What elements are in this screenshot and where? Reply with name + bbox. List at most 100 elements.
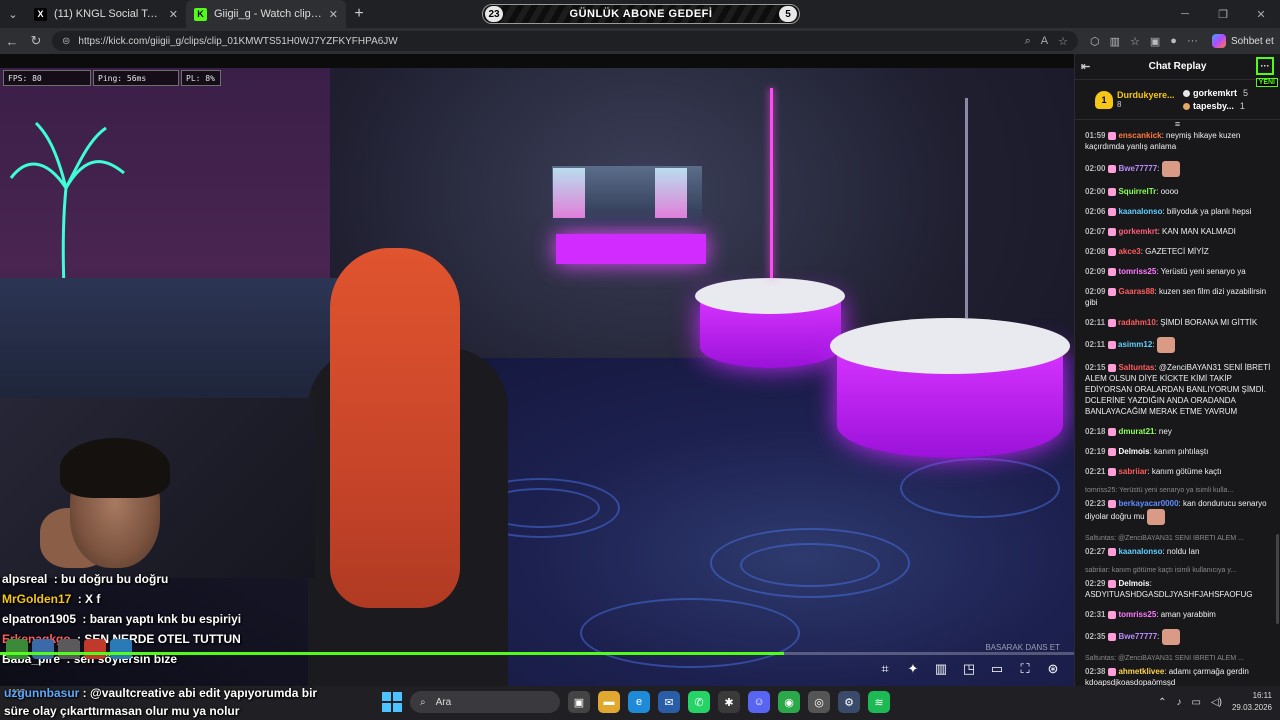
chat-message: 02:23 berkayacar0000: kan dondurucu senar…: [1085, 498, 1273, 525]
close-tab-icon[interactable]: ✕: [329, 8, 338, 21]
tab-kick[interactable]: K Giigii_g - Watch clips on Kick ✕: [186, 0, 346, 28]
chat-username[interactable]: kaanalonso: [1118, 547, 1162, 556]
chat-timestamp: 02:06: [1085, 207, 1106, 216]
more-options-icon[interactable]: ···: [1187, 35, 1198, 47]
leaderboard-name: tapesby...: [1193, 101, 1234, 111]
chat-timestamp: 02:09: [1085, 287, 1106, 296]
chat-username[interactable]: radahm10: [1118, 318, 1156, 327]
leaderboard-row[interactable]: tapesby... 1: [1183, 101, 1248, 111]
windows-start-icon[interactable]: [382, 692, 402, 712]
refresh-icon[interactable]: ↻: [24, 33, 48, 49]
edge-icon[interactable]: e: [628, 691, 650, 713]
chat-username[interactable]: dmurat21: [1118, 427, 1154, 436]
chat-reply-reference[interactable]: tomriss25: Yerüstü yeni senaryo ya isiml…: [1085, 486, 1273, 496]
chat-reply-reference[interactable]: sabriiar: kanım götüme kaçtı isimli kull…: [1085, 566, 1273, 576]
collapse-chat-icon[interactable]: ⇤: [1081, 60, 1090, 73]
favorite-star-icon[interactable]: ☆: [1058, 35, 1068, 48]
taskbar-clock[interactable]: 16:11 29.03.2026: [1232, 690, 1272, 714]
mail-icon[interactable]: ✉: [658, 691, 680, 713]
chat-username[interactable]: Bwe77777: [1118, 164, 1157, 173]
chat-username[interactable]: Delmois: [1118, 447, 1149, 456]
volume-icon[interactable]: ◁): [1211, 697, 1222, 708]
read-aloud-icon[interactable]: A: [1041, 35, 1048, 48]
seek-bar[interactable]: [0, 652, 1074, 655]
chat-message: 02:21 sabriiar: kanım götüme kaçtı: [1085, 466, 1273, 477]
game-stats-panel: FPS: 80 Ping: 56ms PL: 8%: [3, 70, 221, 86]
close-tab-icon[interactable]: ✕: [169, 8, 178, 21]
app-icon[interactable]: ◉: [778, 691, 800, 713]
picture-in-picture-icon[interactable]: ◳: [962, 661, 976, 677]
app-icon[interactable]: ✱: [718, 691, 740, 713]
chat-timestamp: 02:23: [1085, 499, 1106, 508]
leaderboard-others: gorkemkrt 5 tapesby... 1: [1183, 88, 1248, 111]
subscriber-badge-icon: [1108, 579, 1117, 588]
chat-username[interactable]: berkayacar0000: [1118, 499, 1178, 508]
chat-text: : kanım götüme kaçtı: [1147, 467, 1222, 476]
chat-more-options-icon[interactable]: ···: [1256, 57, 1274, 75]
site-info-icon[interactable]: ⊜: [62, 36, 70, 47]
fullscreen-icon[interactable]: ⛶: [1018, 661, 1032, 677]
chat-username[interactable]: akce3: [1118, 247, 1140, 256]
copilot-label: Sohbet et: [1230, 35, 1274, 47]
collections-icon[interactable]: ▣: [1150, 35, 1160, 48]
chat-timestamp: 02:31: [1085, 610, 1106, 619]
network-icon[interactable]: ▭: [1191, 697, 1200, 708]
chat-username[interactable]: enscankick: [1118, 131, 1161, 140]
video-watermark: BASARAK DANS ET: [985, 643, 1060, 652]
close-window-icon[interactable]: ✕: [1242, 0, 1280, 28]
chat-username[interactable]: tomriss25: [1118, 267, 1156, 276]
chat-username[interactable]: tomriss25: [1118, 610, 1156, 619]
back-icon[interactable]: ←: [0, 34, 24, 49]
subscriber-badge-icon: [1108, 341, 1117, 349]
settings-icon[interactable]: ⊛: [1046, 661, 1060, 677]
chat-reply-reference[interactable]: Saltuntas: @ZenciBAYAN31 SENİ İBRETİ ALE…: [1085, 654, 1273, 664]
whatsapp-icon[interactable]: ✆: [688, 691, 710, 713]
split-screen-icon[interactable]: ▥: [1110, 35, 1120, 48]
goal-current-count: 23: [485, 6, 503, 22]
sparkle-icon[interactable]: ✦: [906, 661, 920, 677]
chat-username[interactable]: SquirrelTr: [1118, 187, 1156, 196]
profile-avatar-icon[interactable]: ●: [1170, 35, 1177, 47]
maximize-icon[interactable]: ❐: [1204, 0, 1242, 28]
chat-username[interactable]: kaanalonso: [1118, 207, 1162, 216]
chat-username[interactable]: asimm12: [1118, 340, 1152, 349]
chat-username[interactable]: gorkemkrt: [1118, 227, 1157, 236]
new-tab-icon[interactable]: +: [346, 5, 372, 23]
task-view-icon[interactable]: ▣: [568, 691, 590, 713]
chat-username[interactable]: Bwe77777: [1118, 632, 1157, 641]
chat-filter-icon[interactable]: ≡: [1075, 120, 1280, 129]
chat-username[interactable]: Saltuntas: [1118, 363, 1154, 372]
chat-username[interactable]: ahmetklivee: [1118, 667, 1164, 676]
extensions-icon[interactable]: ⬡: [1090, 35, 1100, 48]
file-explorer-icon[interactable]: ▬: [598, 691, 620, 713]
tab-list-menu-icon[interactable]: ⌄: [0, 0, 26, 28]
leaderboard-row[interactable]: gorkemkrt 5: [1183, 88, 1248, 98]
tab-x[interactable]: X (11) KNGL Social Topluluk / X ✕: [26, 0, 186, 28]
spotify-icon[interactable]: ≋: [868, 691, 890, 713]
taskbar-search[interactable]: ⌕ Ara: [410, 691, 560, 713]
theater-mode-icon[interactable]: ▭: [990, 661, 1004, 677]
chat-scrollbar[interactable]: [1276, 534, 1279, 624]
chat-reply-reference[interactable]: Saltuntas: @ZenciBAYAN31 SENİ İBRETİ ALE…: [1085, 534, 1273, 544]
minimize-icon[interactable]: ─: [1166, 0, 1204, 28]
address-bar[interactable]: ⊜ https://kick.com/giigii_g/clips/clip_0…: [52, 31, 1078, 51]
tray-chevron-icon[interactable]: ⌃: [1158, 697, 1166, 708]
stats-icon[interactable]: ▥: [934, 661, 948, 677]
chat-username[interactable]: sabriiar: [1118, 467, 1147, 476]
chat-username[interactable]: Gaaras88: [1118, 287, 1154, 296]
favorites-icon[interactable]: ☆: [1130, 35, 1140, 48]
zoom-icon[interactable]: ⌕: [1025, 35, 1031, 48]
streamer-webcam: [0, 398, 315, 578]
chat-username[interactable]: Delmois: [1118, 579, 1149, 588]
app-icon[interactable]: ◎: [808, 691, 830, 713]
discord-icon[interactable]: ☺: [748, 691, 770, 713]
copilot-button[interactable]: Sohbet et: [1211, 34, 1274, 48]
microphone-icon[interactable]: ♪: [1176, 697, 1181, 708]
app-icon[interactable]: ⚙: [838, 691, 860, 713]
fps-stat: FPS: 80: [3, 70, 91, 86]
clip-crop-icon[interactable]: ⌗: [878, 661, 892, 677]
video-player[interactable]: FPS: 80 Ping: 56ms PL: 8% alpsreal : bu …: [0, 68, 1074, 686]
goal-target-count: 5: [779, 6, 797, 22]
chat-replay-panel: ⇤ Chat Replay ··· YENİ 1 Durdukyere... 8…: [1074, 54, 1280, 686]
leaderboard-first[interactable]: 1 Durdukyere... 8: [1095, 90, 1175, 109]
